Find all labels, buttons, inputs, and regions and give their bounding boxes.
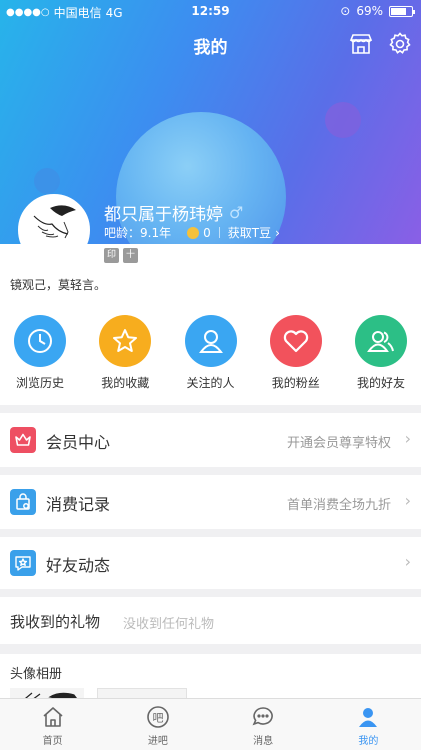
chevron-right-icon: › — [275, 225, 280, 240]
message-icon — [252, 707, 274, 726]
received-gifts-empty: 没收到任何礼物 — [123, 617, 215, 632]
avatar-album-section: 头像相册 — [0, 654, 421, 704]
quick-action-label: 浏览历史 — [15, 376, 64, 390]
quick-action-history[interactable]: 浏览历史 — [14, 315, 66, 391]
lock-rotation-icon: ⊙ — [340, 4, 351, 18]
received-gifts-row[interactable]: 我收到的礼物 没收到任何礼物 — [0, 597, 421, 644]
quick-action-label: 我的粉丝 — [271, 376, 320, 390]
tdou-coin-icon — [187, 226, 200, 239]
tab-label: 进吧 — [147, 736, 168, 747]
vip-center-hint: 开通会员尊享特权 — [286, 436, 391, 451]
chevron-right-icon: › — [404, 552, 411, 571]
quick-actions: 浏览历史 我的收藏 关注的人 我的粉丝 我的好友 — [0, 315, 421, 391]
tab-label: 我的 — [358, 736, 379, 747]
spending-records-row[interactable]: 消费记录 首单消费全场九折 › — [0, 475, 421, 529]
tab-enter-ba[interactable]: 吧 进吧 — [105, 699, 210, 750]
tab-label: 消息 — [253, 736, 274, 747]
level-badge[interactable]: 印 — [104, 248, 119, 263]
gear-icon[interactable] — [387, 31, 413, 57]
heart-icon — [269, 315, 322, 367]
ba-icon: 吧 — [147, 706, 169, 728]
get-tdou-link[interactable]: 获取T豆 — [228, 224, 271, 241]
profile-section: 印 十 镜观己，莫轻言。 浏览历史 我的收藏 关注的人 我的粉丝 我的好友 — [0, 244, 421, 405]
quick-action-favorites[interactable]: 我的收藏 — [99, 315, 152, 391]
quick-action-friends[interactable]: 我的好友 — [355, 315, 407, 391]
status-bar: ●●●●○ 中国电信 4G 12:59 ⊙ 69% — [0, 0, 421, 22]
planet-decoration-small — [34, 168, 60, 194]
vip-center-label: 会员中心 — [46, 433, 111, 452]
battery-percent: 69% — [356, 4, 383, 18]
star-icon — [99, 315, 152, 367]
chevron-right-icon: › — [404, 491, 411, 510]
home-icon — [43, 707, 63, 727]
quick-action-label: 关注的人 — [186, 376, 235, 390]
chevron-right-icon: › — [404, 429, 411, 448]
crown-icon — [10, 427, 36, 453]
avatar[interactable] — [18, 194, 90, 266]
spending-records-label: 消费记录 — [46, 495, 111, 514]
svg-text:吧: 吧 — [152, 712, 163, 725]
clock-icon — [14, 315, 66, 367]
tdou-count: 0 — [203, 225, 211, 240]
level-badge[interactable]: 十 — [123, 248, 138, 263]
spending-records-hint: 首单消费全场九折 — [286, 498, 391, 513]
battery-icon — [389, 5, 415, 17]
bag-icon — [10, 489, 36, 515]
friends-icon — [355, 315, 407, 367]
planet-decoration-small — [325, 102, 361, 138]
chat-star-icon — [10, 550, 36, 576]
quick-action-following[interactable]: 关注的人 — [184, 315, 237, 391]
store-icon[interactable] — [348, 31, 374, 57]
signature-text: 镜观己，莫轻言。 — [10, 278, 107, 292]
quick-action-label: 我的好友 — [356, 376, 405, 390]
tab-bar: 首页 吧 进吧 消息 我的 — [0, 698, 421, 750]
vip-center-row[interactable]: 会员中心 开通会员尊享特权 › — [0, 413, 421, 467]
quick-action-fans[interactable]: 我的粉丝 — [269, 315, 322, 391]
friends-feed-row[interactable]: 好友动态 › — [0, 537, 421, 589]
gender-male-icon: ♂ — [229, 203, 244, 222]
tab-home[interactable]: 首页 — [0, 699, 105, 750]
tab-mine[interactable]: 我的 — [316, 699, 421, 750]
user-icon — [359, 708, 378, 727]
received-gifts-title: 我收到的礼物 — [10, 613, 101, 631]
quick-action-label: 我的收藏 — [101, 376, 150, 390]
account-age: 吧龄：9.1年 — [104, 226, 172, 240]
person-icon — [184, 315, 237, 367]
friends-feed-label: 好友动态 — [46, 556, 111, 575]
tab-label: 首页 — [42, 736, 63, 747]
avatar-album-title: 头像相册 — [10, 667, 63, 682]
tab-messages[interactable]: 消息 — [211, 699, 316, 750]
username: 都只属于杨玮婷 — [104, 205, 223, 225]
